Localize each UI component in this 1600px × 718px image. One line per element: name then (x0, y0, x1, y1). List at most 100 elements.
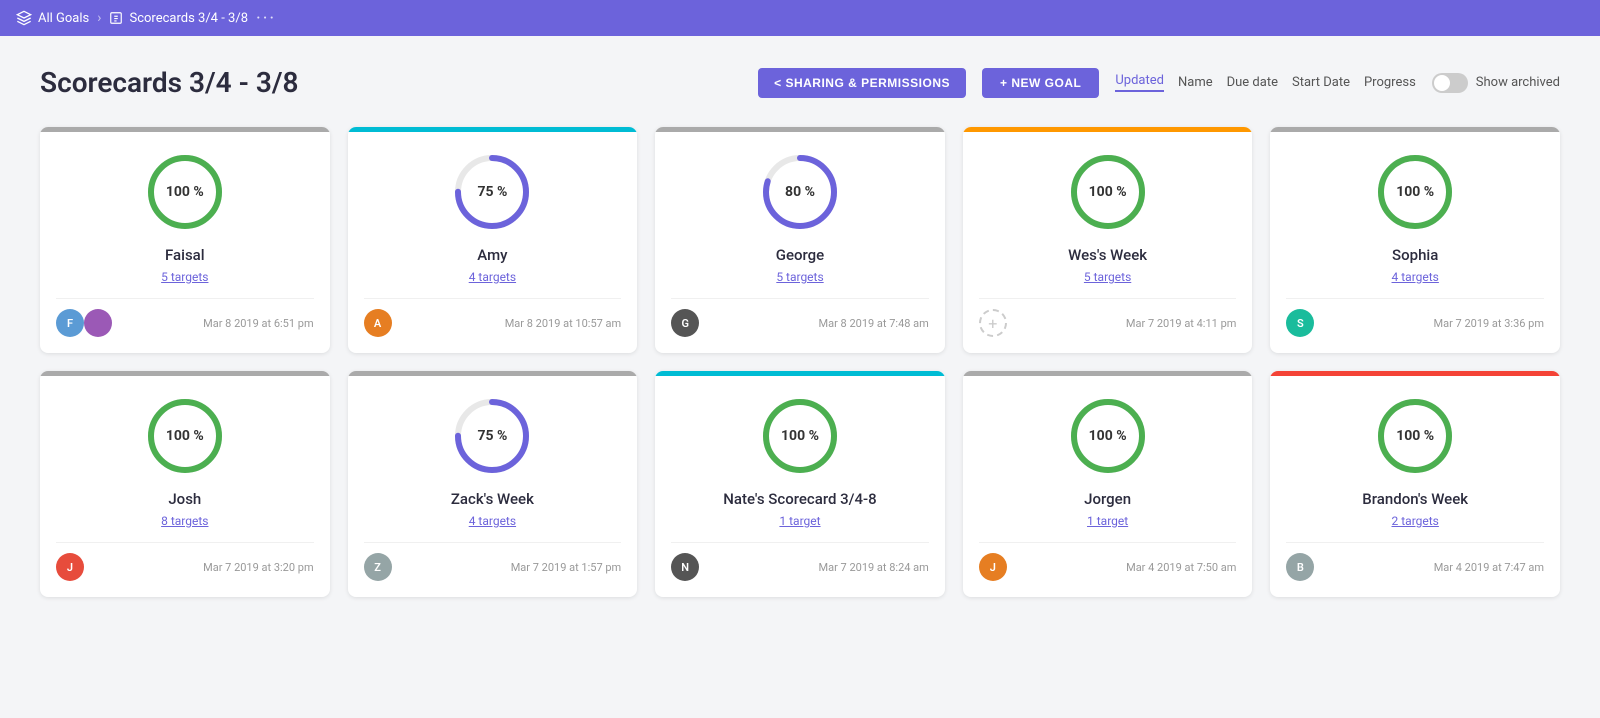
header-row: Scorecards 3/4 - 3/8 < SHARING & PERMISS… (40, 66, 1560, 99)
card-date: Mar 7 2019 at 4:11 pm (1126, 317, 1236, 330)
progress-circle: 75 % (452, 396, 532, 476)
sort-updated[interactable]: Updated (1115, 73, 1164, 92)
show-archived-toggle-label: Show archived (1432, 73, 1560, 93)
avatar: J (979, 553, 1007, 581)
card-targets[interactable]: 1 target (1087, 514, 1128, 528)
avatar: J (56, 553, 84, 581)
show-archived-label: Show archived (1476, 75, 1560, 90)
card-date: Mar 8 2019 at 6:51 pm (203, 317, 313, 330)
card-footer: S Mar 7 2019 at 3:36 pm (1286, 298, 1544, 337)
main-content: Scorecards 3/4 - 3/8 < SHARING & PERMISS… (0, 36, 1600, 718)
scorecard-card[interactable]: 100 % Sophia 4 targets S Mar 7 2019 at 3… (1270, 127, 1560, 353)
show-archived-toggle[interactable] (1432, 73, 1468, 93)
card-name: Jorgen (1084, 490, 1131, 508)
sort-name[interactable]: Name (1178, 75, 1213, 90)
card-date: Mar 8 2019 at 7:48 am (819, 317, 929, 330)
progress-label: 100 % (1089, 184, 1127, 200)
scorecard-card[interactable]: 75 % Zack's Week 4 targets Z Mar 7 2019 … (348, 371, 638, 597)
progress-circle: 100 % (145, 396, 225, 476)
card-name: Zack's Week (451, 490, 534, 508)
scorecard-card[interactable]: 75 % Amy 4 targets A Mar 8 2019 at 10:57… (348, 127, 638, 353)
card-footer: J Mar 7 2019 at 3:20 pm (56, 542, 314, 581)
card-name: Wes's Week (1068, 246, 1147, 264)
progress-label: 100 % (1396, 428, 1434, 444)
progress-circle: 100 % (1068, 396, 1148, 476)
avatar: F (56, 309, 84, 337)
progress-circle: 100 % (1068, 152, 1148, 232)
progress-circle: 100 % (760, 396, 840, 476)
card-date: Mar 7 2019 at 3:20 pm (203, 561, 313, 574)
card-footer: G Mar 8 2019 at 7:48 am (671, 298, 929, 337)
scorecard-card[interactable]: 100 % Faisal 5 targets F Mar 8 2019 at 6… (40, 127, 330, 353)
card-footer: Z Mar 7 2019 at 1:57 pm (364, 542, 622, 581)
avatar-secondary (84, 309, 112, 337)
avatar: B (1286, 553, 1314, 581)
card-date: Mar 7 2019 at 8:24 am (819, 561, 929, 574)
card-body: 100 % Nate's Scorecard 3/4-8 1 target N … (655, 376, 945, 597)
sort-start-date[interactable]: Start Date (1292, 75, 1350, 90)
card-name: Faisal (165, 246, 205, 264)
card-targets[interactable]: 4 targets (1392, 270, 1439, 284)
card-footer: J Mar 4 2019 at 7:50 am (979, 542, 1237, 581)
card-date: Mar 4 2019 at 7:47 am (1434, 561, 1544, 574)
progress-label: 80 % (785, 184, 815, 200)
sort-due-date[interactable]: Due date (1227, 75, 1278, 90)
avatar-add[interactable]: + (979, 309, 1007, 337)
progress-label: 100 % (166, 428, 204, 444)
card-footer: A Mar 8 2019 at 10:57 am (364, 298, 622, 337)
card-footer: B Mar 4 2019 at 7:47 am (1286, 542, 1544, 581)
all-goals-nav[interactable]: All Goals (16, 10, 89, 26)
card-body: 100 % Brandon's Week 2 targets B Mar 4 2… (1270, 376, 1560, 597)
card-body: 80 % George 5 targets G Mar 8 2019 at 7:… (655, 132, 945, 353)
card-body: 75 % Amy 4 targets A Mar 8 2019 at 10:57… (348, 132, 638, 353)
card-targets[interactable]: 5 targets (161, 270, 208, 284)
progress-circle: 100 % (1375, 396, 1455, 476)
card-targets[interactable]: 4 targets (469, 270, 516, 284)
card-body: 100 % Faisal 5 targets F Mar 8 2019 at 6… (40, 132, 330, 353)
nav-more-dots[interactable]: ··· (256, 8, 276, 29)
card-body: 100 % Wes's Week 5 targets + Mar 7 2019 … (963, 132, 1253, 353)
card-name: Josh (168, 490, 201, 508)
scorecard-card[interactable]: 100 % Josh 8 targets J Mar 7 2019 at 3:2… (40, 371, 330, 597)
card-targets[interactable]: 5 targets (1084, 270, 1131, 284)
progress-label: 75 % (477, 184, 507, 200)
card-name: Sophia (1392, 246, 1438, 264)
avatar: N (671, 553, 699, 581)
scorecard-card[interactable]: 100 % Brandon's Week 2 targets B Mar 4 2… (1270, 371, 1560, 597)
scorecard-card[interactable]: 100 % Jorgen 1 target J Mar 4 2019 at 7:… (963, 371, 1253, 597)
progress-label: 75 % (477, 428, 507, 444)
card-body: 75 % Zack's Week 4 targets Z Mar 7 2019 … (348, 376, 638, 597)
sort-options: Updated Name Due date Start Date Progres… (1115, 73, 1415, 92)
card-name: Amy (477, 246, 507, 264)
progress-circle: 75 % (452, 152, 532, 232)
card-name: Nate's Scorecard 3/4-8 (723, 490, 876, 508)
sort-progress[interactable]: Progress (1364, 75, 1416, 90)
avatar: A (364, 309, 392, 337)
card-date: Mar 7 2019 at 3:36 pm (1434, 317, 1544, 330)
current-nav[interactable]: Scorecards 3/4 - 3/8 (109, 11, 248, 26)
avatar: Z (364, 553, 392, 581)
top-nav: All Goals › Scorecards 3/4 - 3/8 ··· (0, 0, 1600, 36)
avatar: G (671, 309, 699, 337)
progress-label: 100 % (166, 184, 204, 200)
page-title: Scorecards 3/4 - 3/8 (40, 66, 742, 99)
card-targets[interactable]: 4 targets (469, 514, 516, 528)
new-goal-button[interactable]: + NEW GOAL (982, 68, 1099, 98)
progress-label: 100 % (1089, 428, 1127, 444)
avatar: S (1286, 309, 1314, 337)
scorecard-card[interactable]: 100 % Wes's Week 5 targets + Mar 7 2019 … (963, 127, 1253, 353)
card-targets[interactable]: 5 targets (776, 270, 823, 284)
card-targets[interactable]: 8 targets (161, 514, 208, 528)
card-grid: 100 % Faisal 5 targets F Mar 8 2019 at 6… (40, 127, 1560, 597)
sharing-permissions-button[interactable]: < SHARING & PERMISSIONS (758, 68, 966, 98)
card-date: Mar 7 2019 at 1:57 pm (511, 561, 621, 574)
scorecard-card[interactable]: 80 % George 5 targets G Mar 8 2019 at 7:… (655, 127, 945, 353)
card-name: Brandon's Week (1362, 490, 1468, 508)
card-name: George (776, 246, 824, 264)
card-date: Mar 4 2019 at 7:50 am (1126, 561, 1236, 574)
progress-circle: 100 % (1375, 152, 1455, 232)
scorecard-card[interactable]: 100 % Nate's Scorecard 3/4-8 1 target N … (655, 371, 945, 597)
card-targets[interactable]: 1 target (779, 514, 820, 528)
card-targets[interactable]: 2 targets (1392, 514, 1439, 528)
progress-circle: 100 % (145, 152, 225, 232)
